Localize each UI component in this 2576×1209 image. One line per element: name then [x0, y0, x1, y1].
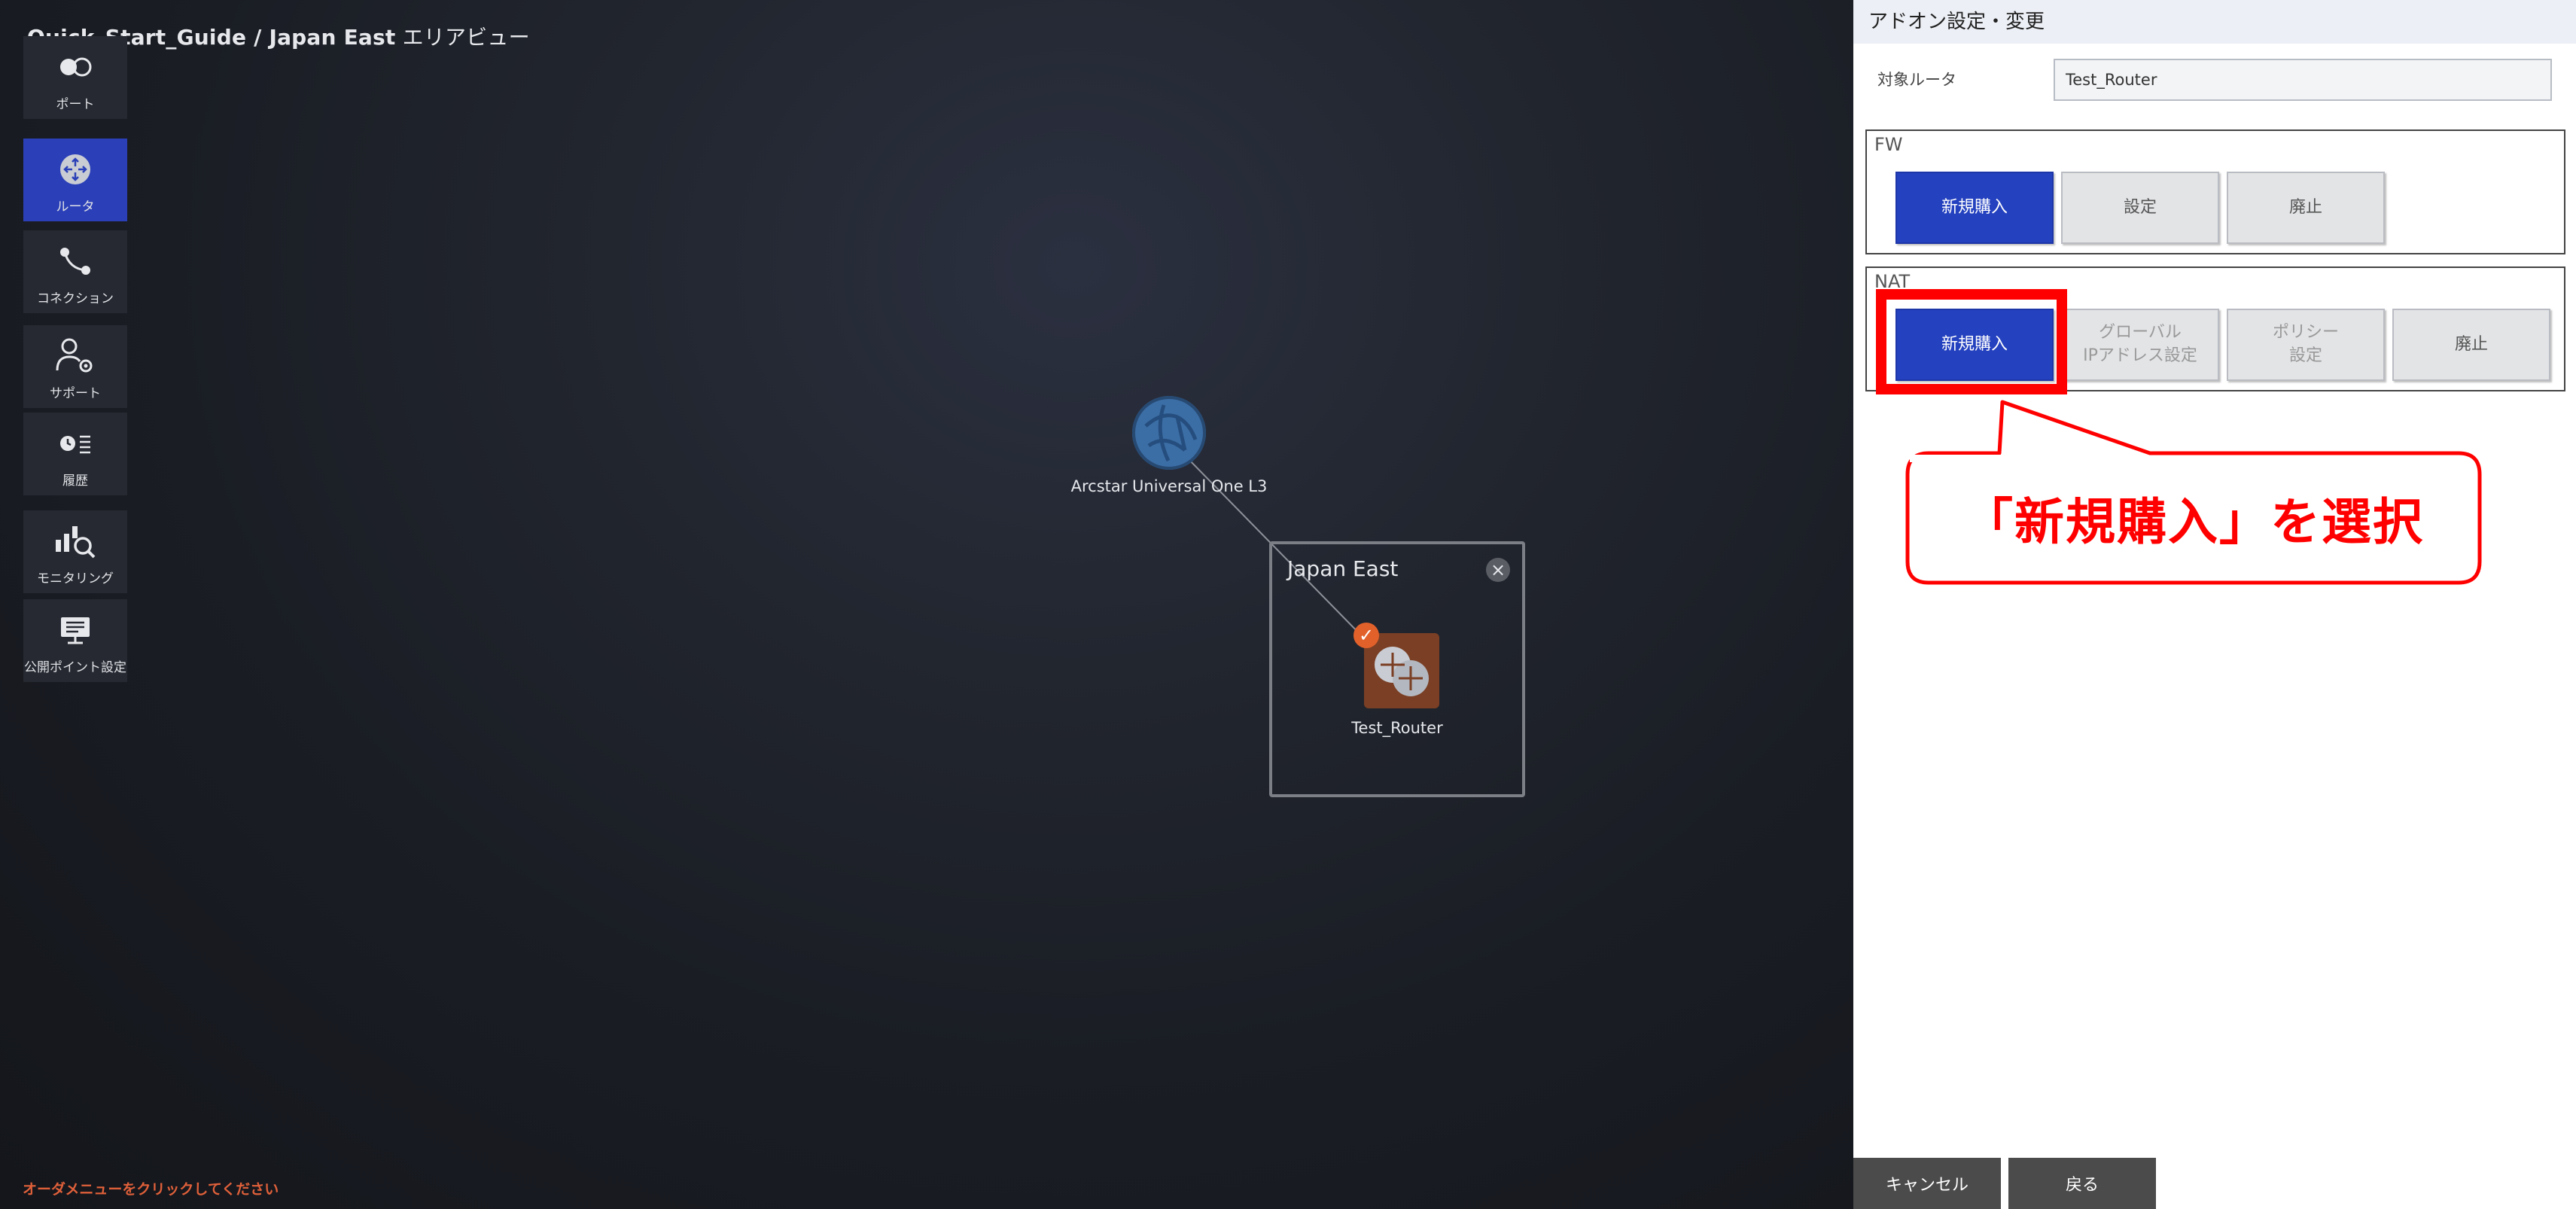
callout-bubble	[1905, 400, 2482, 585]
callout-text: 「新規購入」を選択	[1963, 493, 2424, 551]
